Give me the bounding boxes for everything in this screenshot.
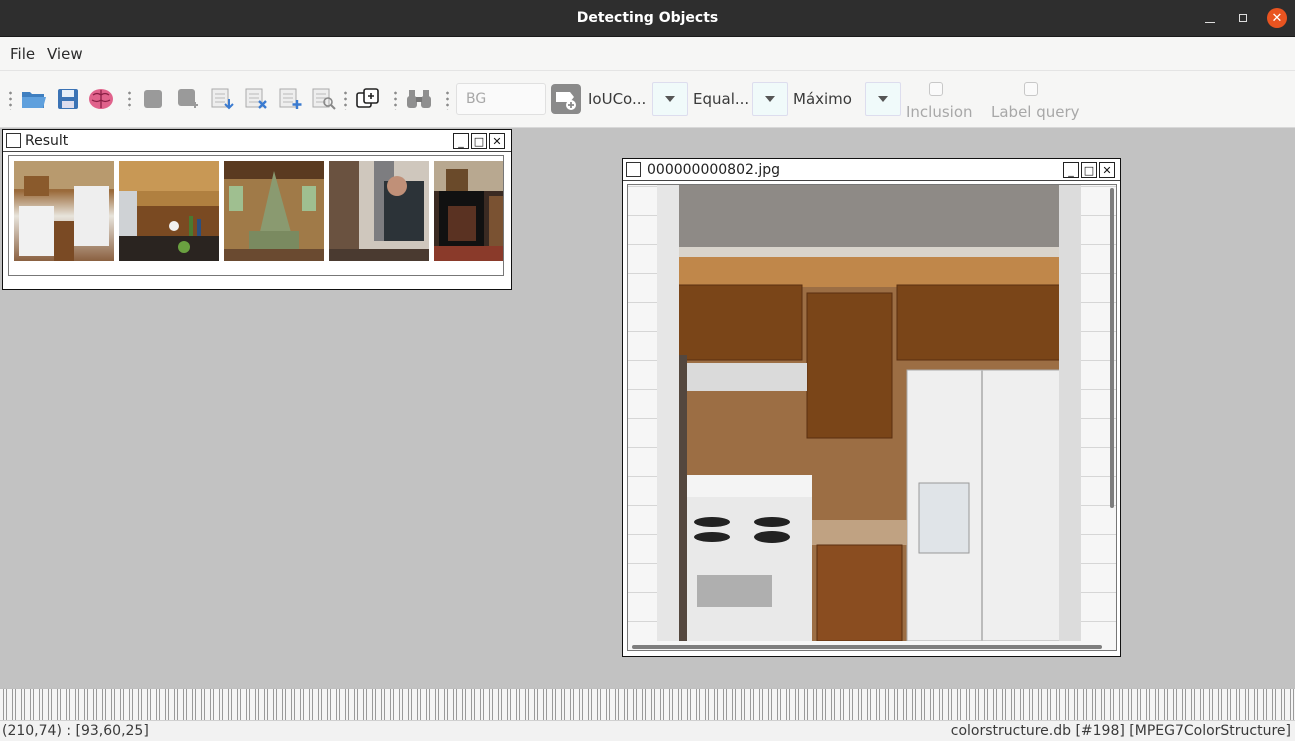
toolbar-separator: [344, 90, 347, 110]
minimize-icon[interactable]: _: [453, 133, 469, 149]
result-thumbnail[interactable]: [434, 161, 503, 261]
iou-dropdown-button[interactable]: [652, 82, 688, 116]
maximo-dropdown-label: Máximo: [793, 90, 852, 108]
iou-dropdown-label: IoUCo...: [588, 90, 647, 108]
menu-file[interactable]: File: [10, 45, 35, 63]
window-title: Detecting Objects: [576, 10, 719, 26]
equal-dropdown-button[interactable]: [752, 82, 788, 116]
chevron-down-icon: [665, 96, 675, 102]
close-button[interactable]: ✕: [1267, 8, 1287, 28]
thumbnail-film-strip[interactable]: [0, 688, 1295, 720]
vertical-scrollbar[interactable]: [1110, 188, 1114, 508]
maximize-icon[interactable]: □: [1081, 162, 1097, 178]
open-folder-icon[interactable]: [20, 85, 48, 113]
thumbnail-image: [329, 161, 429, 261]
category-input[interactable]: BG: [456, 83, 546, 115]
image-viewport: [627, 184, 1117, 651]
status-bar: (210,74) : [93,60,25] colorstructure.db …: [0, 720, 1295, 741]
window-titlebar: Detecting Objects ✕: [0, 0, 1295, 37]
close-icon[interactable]: ✕: [489, 133, 505, 149]
kitchen-image: [657, 185, 1081, 641]
result-window-header[interactable]: Result _ □ ✕: [3, 130, 511, 152]
thumbnail-image: [224, 161, 324, 261]
close-icon[interactable]: ✕: [1099, 162, 1115, 178]
save-icon[interactable]: [54, 85, 82, 113]
minimize-icon[interactable]: _: [1063, 162, 1079, 178]
maximo-dropdown-button[interactable]: [865, 82, 901, 116]
result-thumbnail[interactable]: [224, 161, 324, 261]
menubar: File View: [0, 37, 1295, 71]
result-thumbnail[interactable]: [14, 161, 114, 261]
add-region-icon[interactable]: [174, 85, 202, 113]
image-window-title: 000000000802.jpg: [647, 162, 780, 178]
chevron-down-icon: [765, 96, 775, 102]
maximize-button[interactable]: [1233, 8, 1253, 28]
inclusion-label: Inclusion: [906, 103, 973, 121]
toolbar-separator: [9, 90, 12, 110]
result-window-title: Result: [25, 133, 69, 149]
menu-view[interactable]: View: [47, 45, 83, 63]
database-search-icon[interactable]: [310, 85, 338, 113]
binoculars-icon[interactable]: [405, 85, 433, 113]
inclusion-checkbox[interactable]: [929, 82, 943, 96]
maximize-icon[interactable]: □: [471, 133, 487, 149]
toolbar-separator: [446, 90, 449, 110]
database-delete-icon[interactable]: [243, 85, 271, 113]
horizontal-scrollbar[interactable]: [632, 645, 1102, 649]
thumbnail-image: [434, 161, 503, 261]
result-thumbnail[interactable]: [329, 161, 429, 261]
image-window-header[interactable]: 000000000802.jpg _ □ ✕: [623, 159, 1120, 181]
toolbar: BG IoUCo... Equal... Máximo Inclusion La…: [0, 71, 1295, 128]
compare-images-icon[interactable]: [354, 85, 382, 113]
equal-dropdown-label: Equal...: [693, 90, 750, 108]
brain-icon[interactable]: [87, 85, 115, 113]
chevron-down-icon: [878, 96, 888, 102]
label-query-label: Label query: [991, 103, 1080, 121]
minimize-button[interactable]: [1200, 8, 1220, 28]
image-window[interactable]: 000000000802.jpg _ □ ✕: [622, 158, 1121, 657]
thumbnail-image: [119, 161, 219, 261]
stop-icon[interactable]: [139, 85, 167, 113]
java-icon: [626, 162, 641, 177]
add-label-icon[interactable]: [551, 84, 581, 114]
thumbnail-image: [14, 161, 114, 261]
status-coordinates: (210,74) : [93,60,25]: [2, 723, 149, 739]
thumbnail-strip: [8, 155, 504, 276]
database-add-icon[interactable]: [277, 85, 305, 113]
result-window[interactable]: Result _ □ ✕: [2, 129, 512, 290]
label-query-checkbox[interactable]: [1024, 82, 1038, 96]
toolbar-separator: [394, 90, 397, 110]
result-thumbnail[interactable]: [119, 161, 219, 261]
java-icon: [6, 133, 21, 148]
status-database-info: colorstructure.db [#198] [MPEG7ColorStru…: [950, 723, 1291, 739]
toolbar-separator: [128, 90, 131, 110]
database-import-icon[interactable]: [209, 85, 237, 113]
